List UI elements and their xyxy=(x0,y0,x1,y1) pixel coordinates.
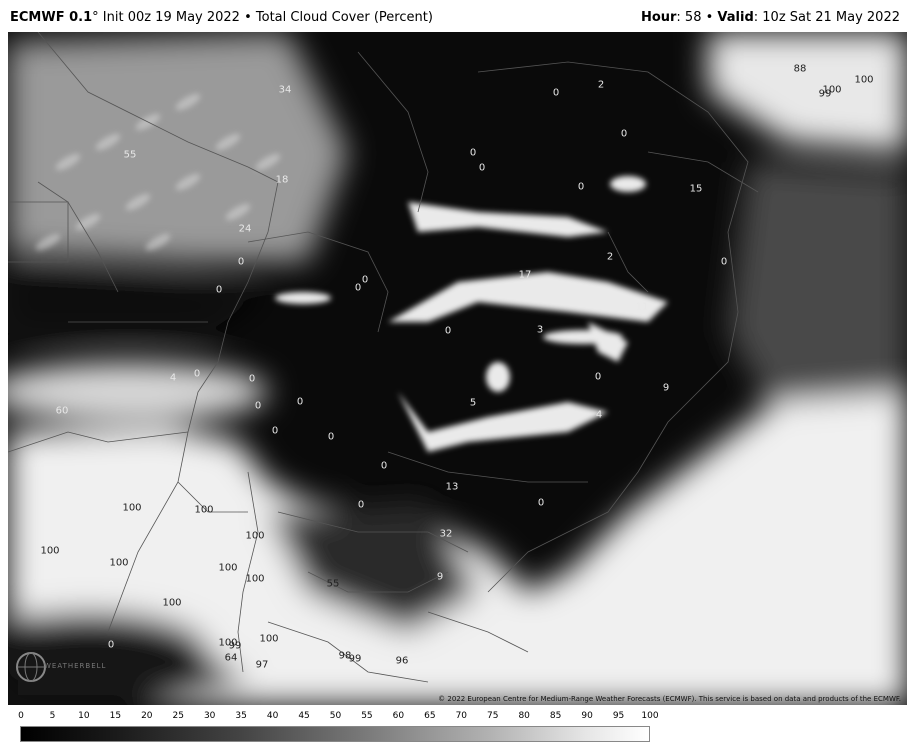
cloud-value-label: 55 xyxy=(123,149,137,161)
cloud-value-label: 0 xyxy=(380,460,388,472)
cloud-value-label: 99 xyxy=(228,640,242,652)
cloud-value-label: 24 xyxy=(238,223,252,235)
cloud-value-label: 0 xyxy=(254,400,262,412)
cloud-value-label: 3 xyxy=(536,324,544,336)
cloud-value-label: 0 xyxy=(248,373,256,385)
cloud-value-label: 0 xyxy=(215,284,223,296)
cloud-value-label: 0 xyxy=(478,162,486,174)
cloud-value-label: 34 xyxy=(278,84,292,96)
cloud-value-label: 0 xyxy=(469,147,477,159)
cloud-value-label: 2 xyxy=(597,79,605,91)
cloud-value-label: 13 xyxy=(445,481,459,493)
cloud-cover-map[interactable]: 34 55 18 24 0 0 0 2 0 0 0 0 15 2 0 17 0 0 11 0 3 4 0 0 0 9 60 0 0 5 4 0… xyxy=(8,32,907,705)
valid-time: Hour: 58 • Valid: 10z Sat 21 May 2022 xyxy=(640,10,900,25)
cloud-value-label: 100 xyxy=(109,557,129,569)
cloud-value-label: 0 xyxy=(720,256,728,268)
scale-tick-label: 95 xyxy=(612,711,625,721)
scale-tick-label: 25 xyxy=(172,711,184,721)
cloud-value-label: 15 xyxy=(689,183,703,195)
cloud-value-label: 99 xyxy=(818,88,832,100)
map-graphic xyxy=(8,32,907,705)
scale-tick-label: 55 xyxy=(361,711,373,721)
cloud-value-label: 4 xyxy=(169,372,177,384)
scale-tick-label: 75 xyxy=(487,711,499,721)
scale-tick-label: 50 xyxy=(329,711,342,721)
scale-bar xyxy=(20,726,650,742)
cloud-value-label: 100 xyxy=(162,597,182,609)
cloud-value-label: 0 xyxy=(193,368,201,380)
cloud-value-label: 0 xyxy=(537,497,545,509)
cloud-value-label: 9 xyxy=(436,571,444,583)
cloud-value-label: 100 xyxy=(259,633,279,645)
cloud-value-label: 100 xyxy=(194,504,214,516)
cloud-value-label: 0 xyxy=(237,256,245,268)
scale-tick-label: 45 xyxy=(298,711,310,721)
scale-tick-label: 40 xyxy=(266,711,279,721)
scale-tick-label: 60 xyxy=(392,711,405,721)
scale-tick-label: 5 xyxy=(49,711,56,721)
cloud-value-label: 100 xyxy=(122,502,142,514)
cloud-value-label: 60 xyxy=(55,405,69,417)
cloud-value-label: 0 xyxy=(577,181,585,193)
scale-tick-label: 90 xyxy=(581,711,593,721)
scale-tick-label: 10 xyxy=(78,711,90,721)
cloud-value-label: 9 xyxy=(662,382,670,394)
scale-tick-label: 65 xyxy=(424,711,436,721)
scale-tick-label: 80 xyxy=(518,711,530,721)
cloud-value-label: 64 xyxy=(224,652,238,664)
cloud-value-label: 97 xyxy=(255,659,269,671)
scale-tick-label: 30 xyxy=(203,711,216,721)
scale-tick-label: 100 xyxy=(641,711,659,721)
copyright-credit: © 2022 European Centre for Medium-Range … xyxy=(438,695,901,703)
cloud-value-label: 100 xyxy=(854,74,874,86)
cloud-value-label: 0 xyxy=(444,325,452,337)
cloud-value-label: 17 xyxy=(518,269,532,281)
cloud-value-label: 100 xyxy=(40,545,60,557)
cloud-value-label: 0 xyxy=(327,431,335,443)
cloud-value-label: 0 xyxy=(107,639,115,651)
scale-tick-label: 0 xyxy=(18,711,24,721)
color-scale-legend: 0 5 10 15 20 25 30 35 40 45 50 55 60 65 70 75 80 85 90 95 10… xyxy=(0,708,914,750)
cloud-value-label: 100 xyxy=(218,562,238,574)
model-name: ECMWF 0.1 xyxy=(10,10,93,25)
cloud-value-label: 0 xyxy=(594,371,602,383)
scale-tick-label: 70 xyxy=(455,711,468,721)
cloud-value-label: 88 xyxy=(793,63,807,75)
cloud-value-label: 18 xyxy=(275,174,289,186)
globe-icon xyxy=(16,652,46,682)
map-header: ECMWF 0.1° Init 00z 19 May 2022 • Total … xyxy=(0,0,914,32)
cloud-value-label: 100 xyxy=(245,530,265,542)
scale-tick-label: 20 xyxy=(141,711,153,721)
cloud-value-label: 0 xyxy=(357,499,365,511)
weatherbell-logo: WEATHERBELL xyxy=(14,650,105,684)
cloud-value-label: 99 xyxy=(348,653,362,665)
cloud-value-label: 0 xyxy=(552,87,560,99)
init-info: Init 00z 19 May 2022 • Total Cloud Cover… xyxy=(98,10,433,25)
cloud-value-label: 2 xyxy=(606,251,614,263)
cloud-value-label: 5 xyxy=(469,397,477,409)
cloud-value-label: 96 xyxy=(395,655,409,667)
cloud-value-label: 32 xyxy=(439,528,453,540)
cloud-value-label: 4 xyxy=(595,409,603,421)
cloud-value-label: 0 xyxy=(271,425,279,437)
cloud-value-label: 0 xyxy=(354,282,362,294)
cloud-value-label: 55 xyxy=(326,578,340,590)
cloud-value-label: 0 xyxy=(361,274,369,286)
scale-tick-label: 35 xyxy=(235,711,247,721)
map-title: ECMWF 0.1° Init 00z 19 May 2022 • Total … xyxy=(10,10,433,25)
cloud-value-label: 0 xyxy=(296,396,304,408)
cloud-value-label: 100 xyxy=(245,573,265,585)
cloud-value-label: 11 xyxy=(635,301,649,313)
scale-tick-label: 15 xyxy=(109,711,122,721)
cloud-value-label: 0 xyxy=(620,128,628,140)
scale-tick-label: 85 xyxy=(549,711,562,721)
